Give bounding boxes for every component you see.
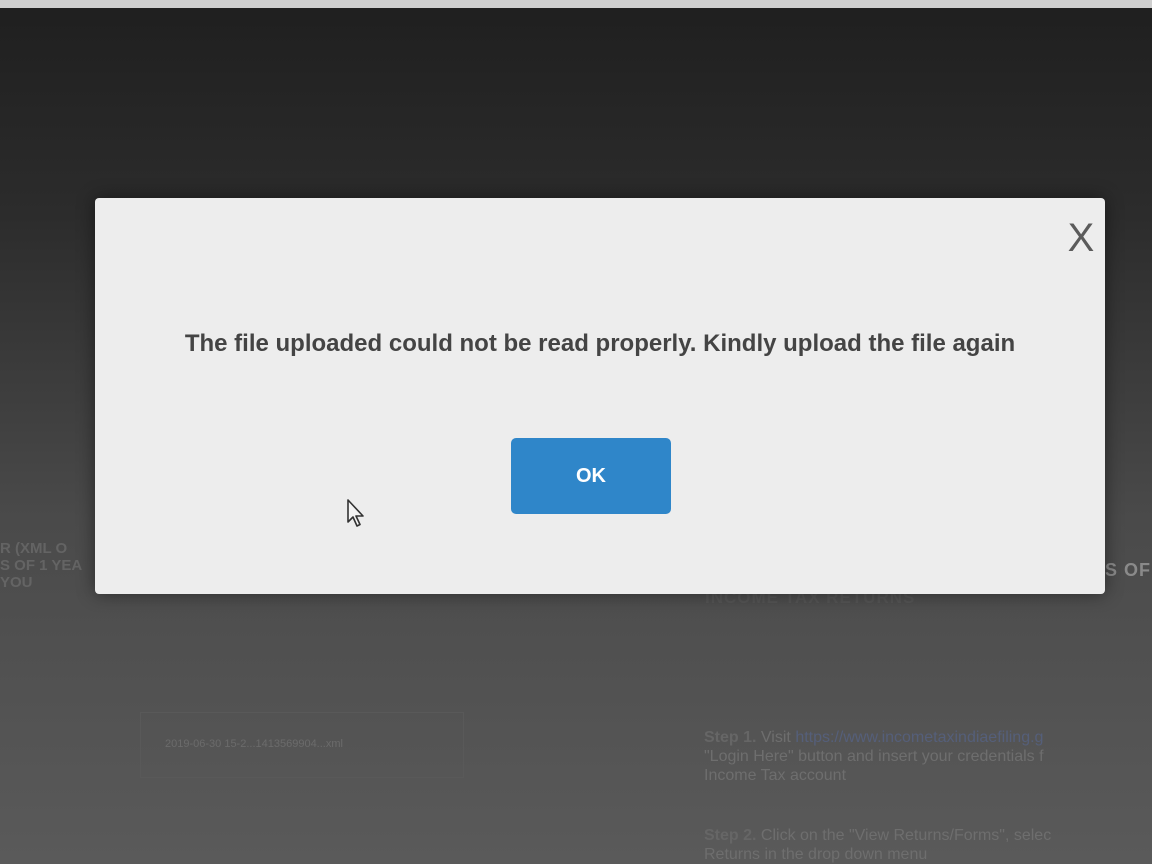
step-1-line-2: "Login Here" button and insert your cred… xyxy=(704,748,1044,765)
browser-top-strip xyxy=(0,0,1152,8)
step-2-line-2: Returns in the drop down menu xyxy=(704,846,928,863)
close-icon[interactable]: X xyxy=(1061,218,1101,258)
error-message: The file uploaded could not be read prop… xyxy=(184,330,1016,357)
efiling-link[interactable]: https://www.incometaxindiaefiling.g xyxy=(795,729,1043,746)
ok-button[interactable]: OK xyxy=(511,438,671,514)
step-1-text: Visit xyxy=(760,729,791,746)
mouse-pointer-icon xyxy=(347,499,364,527)
uploaded-file-name: 2019-06-30 15-2...1413569904...xml xyxy=(165,738,343,750)
step-1-label: Step 1. xyxy=(704,729,757,746)
step-2-text: Click on the "View Returns/Forms", selec xyxy=(760,827,1052,844)
error-dialog: X The file uploaded could not be read pr… xyxy=(95,198,1105,594)
step-1-line-3: Income Tax account xyxy=(704,767,847,784)
instruction-step-2: Step 2. Click on the "View Returns/Forms… xyxy=(704,826,1152,864)
step-2-label: Step 2. xyxy=(704,827,757,844)
instruction-step-1: Step 1. Visit https://www.incometaxindia… xyxy=(704,728,1152,785)
